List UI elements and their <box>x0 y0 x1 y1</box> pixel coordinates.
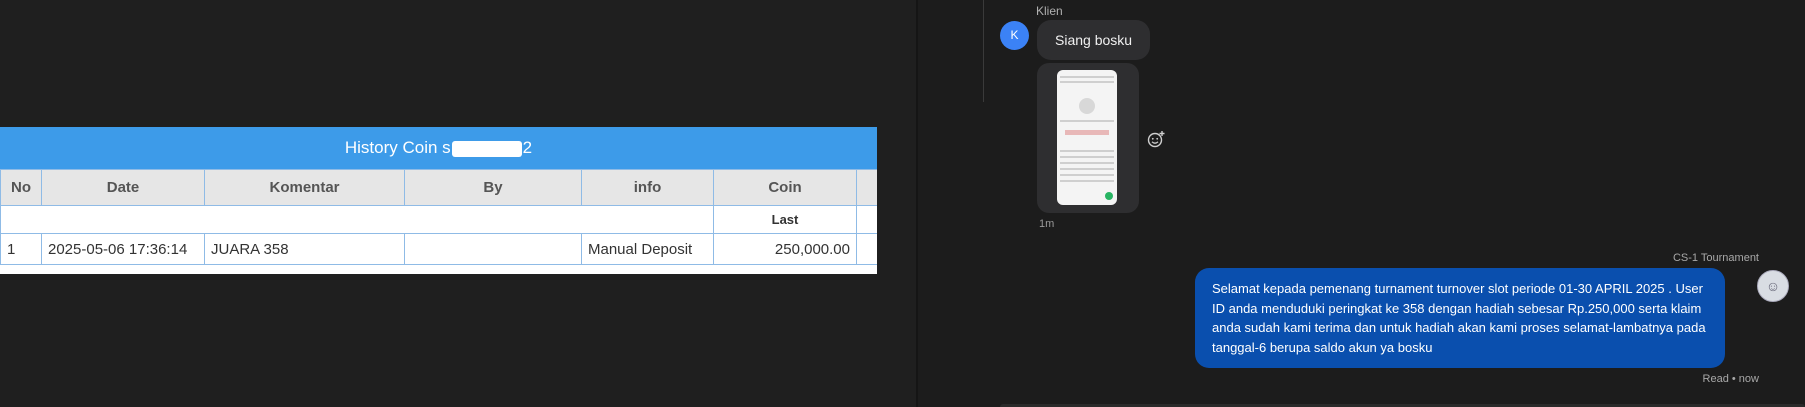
agent-avatar[interactable]: ☺ <box>1757 270 1789 302</box>
table-title: History Coin s 2 <box>0 127 877 169</box>
subheader-spacer <box>0 205 714 234</box>
image-timestamp: 1m <box>1039 218 1055 230</box>
thumb-banner <box>1065 130 1109 135</box>
thumb-text-line <box>1060 162 1114 164</box>
thumb-text-line <box>1060 174 1114 176</box>
cell-komentar: JUARA 358 <box>204 233 405 265</box>
incoming-sender-name: Klien <box>1036 4 1063 18</box>
thumb-text-line <box>1060 150 1114 152</box>
admin-pane: History Coin s 2 No Date Komentar By info… <box>0 0 916 407</box>
cell-coin: 250,000.00 <box>713 233 857 265</box>
col-by: By <box>404 169 582 206</box>
subheader-extra <box>856 205 877 234</box>
cell-by <box>404 233 582 265</box>
subheader-row: Last <box>0 205 877 234</box>
cell-extra <box>856 233 877 265</box>
thumb-status-bar <box>1060 76 1114 78</box>
col-info: info <box>581 169 714 206</box>
history-coin-table: History Coin s 2 No Date Komentar By info… <box>0 127 877 274</box>
chat-pane: Klien K Siang bosku 1m CS-1 Tournament S… <box>918 0 1805 407</box>
thumb-send-dot <box>1105 192 1113 200</box>
cell-no: 1 <box>0 233 42 265</box>
title-suffix: 2 <box>522 138 533 157</box>
col-extra <box>856 169 877 206</box>
thumb-text-line <box>1060 120 1114 122</box>
outgoing-sender-name: CS-1 Tournament <box>1672 252 1759 264</box>
chat-divider <box>983 0 984 102</box>
table-row: 1 2025-05-06 17:36:14 JUARA 358 Manual D… <box>0 233 877 265</box>
header-row: No Date Komentar By info Coin <box>0 169 877 206</box>
outgoing-message-bubble[interactable]: Selamat kepada pemenang turnament turnov… <box>1195 268 1725 368</box>
history-grid: No Date Komentar By info Coin Last 1 202… <box>0 169 877 265</box>
col-coin: Coin <box>713 169 857 206</box>
screenshot-thumbnail[interactable] <box>1057 70 1117 205</box>
thumb-text-line <box>1060 168 1114 170</box>
title-prefix: History Coin s <box>344 138 451 157</box>
read-status: Read • now <box>1702 373 1759 385</box>
incoming-message-bubble[interactable]: Siang bosku <box>1037 20 1151 60</box>
thumb-text-line <box>1060 180 1114 182</box>
thumb-avatar <box>1079 98 1095 114</box>
thumb-text-line <box>1060 156 1114 158</box>
subheader-last: Last <box>713 205 857 234</box>
avatar[interactable]: K <box>1000 21 1029 50</box>
col-komentar: Komentar <box>204 169 405 206</box>
cell-date: 2025-05-06 17:36:14 <box>41 233 205 265</box>
col-no: No <box>0 169 42 206</box>
redacted-username <box>451 140 522 157</box>
add-reaction-icon[interactable] <box>1147 130 1165 148</box>
thumb-header-bar <box>1060 81 1114 83</box>
col-date: Date <box>41 169 205 206</box>
cell-info: Manual Deposit <box>581 233 714 265</box>
